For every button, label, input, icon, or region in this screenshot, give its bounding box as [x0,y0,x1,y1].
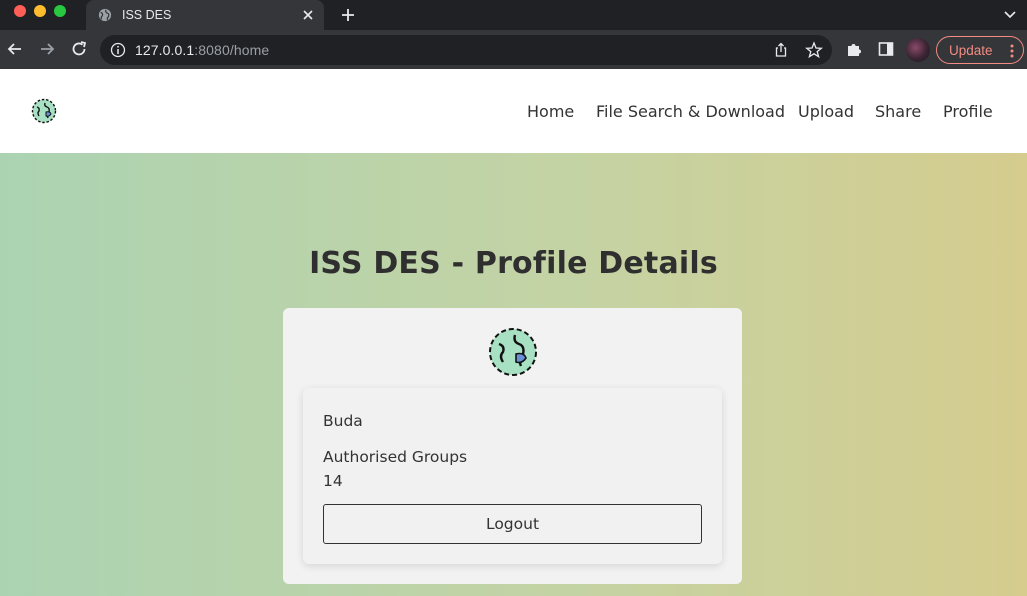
plus-icon[interactable] [339,6,357,24]
url-host: 127.0.0.1 [135,42,195,58]
page-title: ISS DES - Profile Details [309,246,718,281]
browser-toolbar: 127.0.0.1:8080/home Update [0,30,1027,69]
globe-icon [98,8,112,22]
address-bar[interactable]: 127.0.0.1:8080/home [100,35,832,65]
url-path: :8080/home [194,42,270,58]
reload-icon[interactable] [70,40,88,58]
username: Buda [323,412,363,430]
profile-details-panel: Buda Authorised Groups 14 Logout [303,388,722,564]
globe-avatar-icon [489,328,537,376]
nav-home[interactable]: Home [527,102,574,121]
profile-card: Buda Authorised Groups 14 Logout [283,308,742,584]
kebab-menu-icon [1010,44,1014,58]
puzzle-icon[interactable] [845,40,863,58]
site-navbar: Home File Search & Download Upload Share… [0,69,1027,153]
nav-file-search-download[interactable]: File Search & Download [596,102,785,121]
star-icon[interactable] [805,41,823,59]
minimize-window-button[interactable] [34,5,46,17]
browser-tab-bar: ISS DES [0,0,1027,30]
nav-share[interactable]: Share [875,102,921,121]
sidebar-icon[interactable] [877,40,895,58]
authorised-groups-value: 14 [323,472,343,490]
chevron-down-icon[interactable] [1003,8,1017,22]
main-content: ISS DES - Profile Details Buda Authorise… [0,153,1027,596]
logout-button[interactable]: Logout [323,504,702,544]
update-button[interactable]: Update [936,36,1024,64]
info-icon[interactable] [110,42,126,58]
back-icon[interactable] [6,40,24,58]
close-window-button[interactable] [14,5,26,17]
avatar[interactable] [906,38,930,62]
close-icon[interactable] [300,7,316,23]
share-icon[interactable] [773,42,789,58]
globe-logo-icon[interactable] [31,98,57,124]
nav-profile[interactable]: Profile [943,102,993,121]
update-label: Update [949,43,993,58]
browser-tab[interactable]: ISS DES [86,0,324,30]
authorised-groups-label: Authorised Groups [323,448,468,466]
tab-title: ISS DES [122,8,172,22]
forward-icon[interactable] [38,40,56,58]
nav-upload[interactable]: Upload [798,102,854,121]
url-text[interactable]: 127.0.0.1:8080/home [135,42,269,58]
web-page: Home File Search & Download Upload Share… [0,69,1027,596]
maximize-window-button[interactable] [54,5,66,17]
